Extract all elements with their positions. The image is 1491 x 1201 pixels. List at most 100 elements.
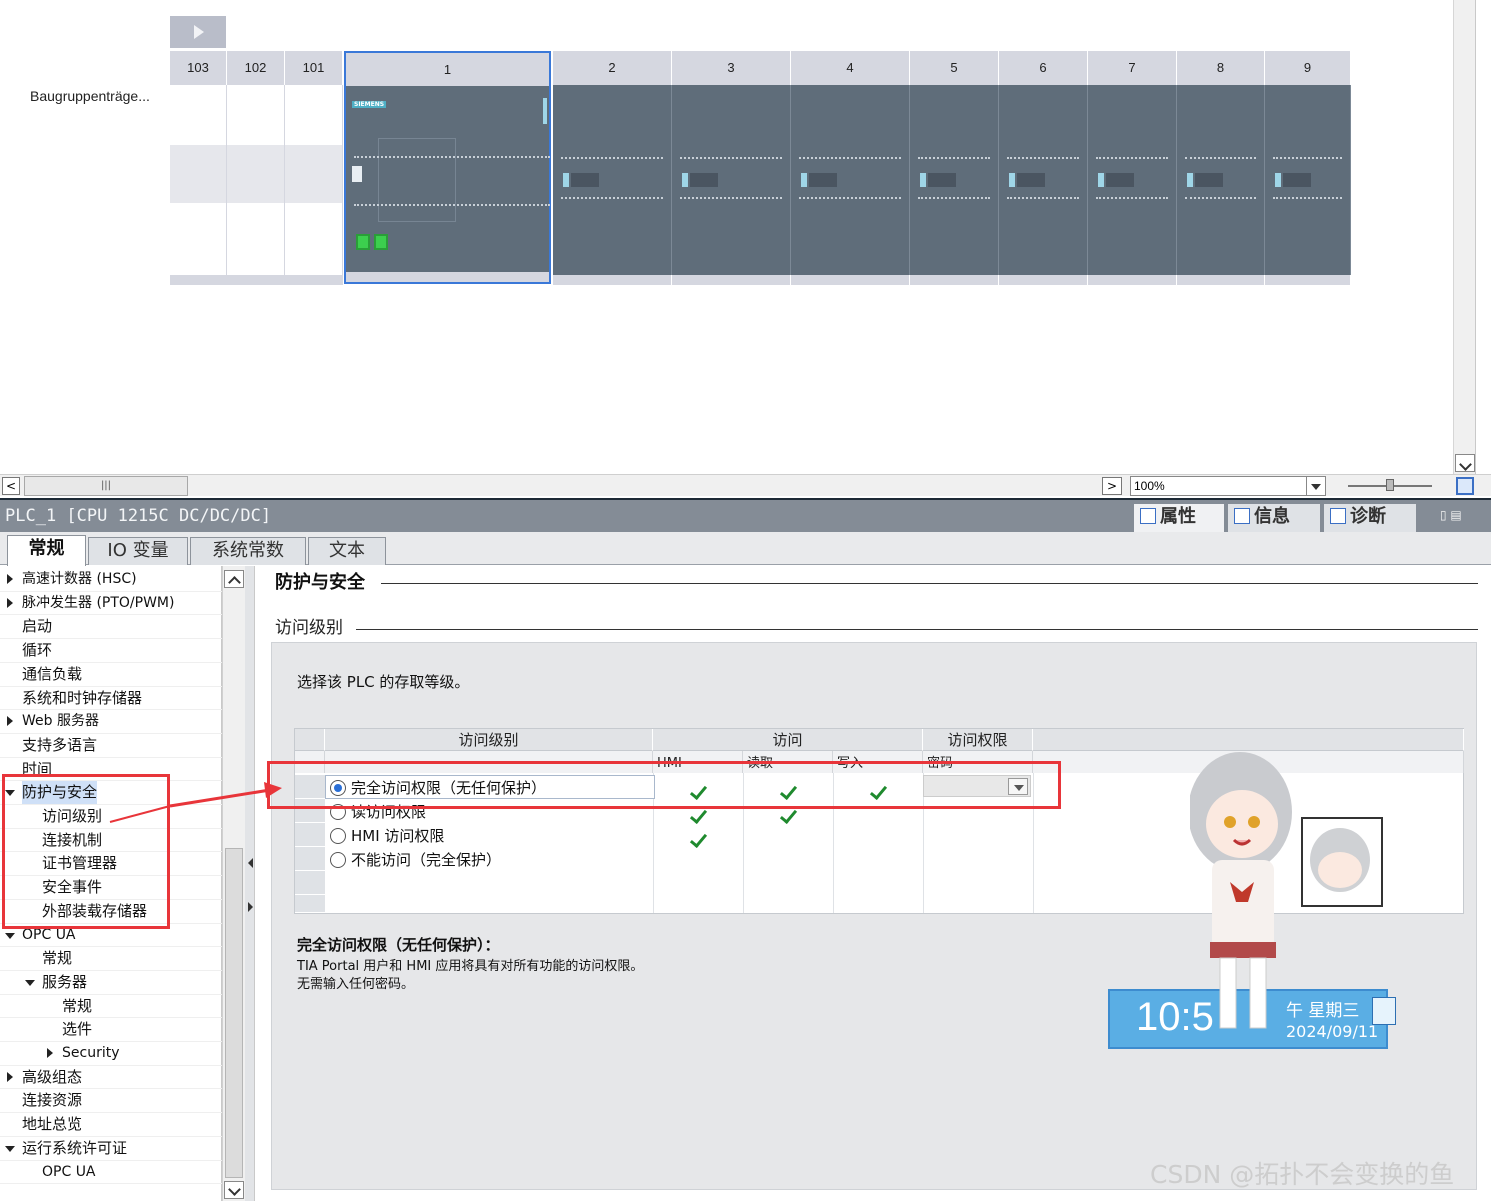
cpu-module[interactable]: 1 SIEMENS: [344, 51, 551, 284]
chevron-right-icon[interactable]: [7, 597, 13, 608]
instruction-text: 选择该 PLC 的存取等级。: [297, 673, 470, 691]
check-icon: [690, 811, 708, 821]
radio-hmi-access[interactable]: HMI 访问权限: [327, 824, 444, 848]
hscroll-thumb[interactable]: |||: [24, 476, 188, 496]
signal-module-4[interactable]: [791, 85, 910, 285]
zoom-fit-icon[interactable]: [1456, 477, 1474, 495]
nav-item-label: 系统和时钟存储器: [22, 688, 143, 707]
nav-item[interactable]: Web 服务器: [0, 710, 222, 733]
scroll-down-button[interactable]: [224, 1181, 244, 1199]
nav-item[interactable]: 运行系统许可证: [0, 1137, 222, 1160]
empty-slot-101[interactable]: [285, 85, 343, 285]
zoom-select[interactable]: 100%: [1130, 476, 1308, 496]
tab-diagnostics[interactable]: 诊断: [1324, 504, 1416, 532]
nav-item[interactable]: 常规: [0, 947, 222, 970]
signal-module-6[interactable]: [999, 85, 1088, 285]
profinet-port-2-icon: [374, 234, 388, 250]
nav-item[interactable]: 系统和时钟存储器: [0, 687, 222, 710]
nav-item[interactable]: OPC UA: [0, 1161, 222, 1184]
inspector-title: PLC_1 [CPU 1215C DC/DC/DC]: [5, 506, 272, 526]
tab-general[interactable]: 常规: [7, 535, 86, 566]
slot-header-5[interactable]: 5: [910, 51, 999, 85]
nav-scroll-thumb[interactable]: [225, 848, 243, 1178]
annotation-box-row: [267, 761, 1061, 809]
scroll-right-button[interactable]: >: [1102, 477, 1122, 495]
slot-header-2[interactable]: 2: [553, 51, 672, 85]
nav-item[interactable]: 选件: [0, 1018, 222, 1041]
nav-item-label: 高速计数器 (HSC): [22, 571, 137, 587]
signal-module-9[interactable]: [1265, 85, 1351, 285]
slot-header-7[interactable]: 7: [1088, 51, 1177, 85]
device-view-toolbar: < ||| > 100%: [0, 474, 1491, 496]
chevron-right-icon[interactable]: [47, 1048, 53, 1058]
nav-item-label: OPC UA: [42, 1163, 96, 1180]
slot-header-6[interactable]: 6: [999, 51, 1088, 85]
info-icon: [1234, 508, 1250, 524]
radio-off-icon: [330, 828, 346, 844]
slot-header-9[interactable]: 9: [1265, 51, 1351, 85]
tab-io-tags[interactable]: IO 变量: [88, 537, 188, 565]
chevron-down-icon[interactable]: [25, 979, 35, 986]
signal-module-8[interactable]: [1177, 85, 1265, 285]
nav-item[interactable]: 连接资源: [0, 1089, 222, 1112]
empty-slot-102[interactable]: [227, 85, 285, 285]
signal-module-7[interactable]: [1088, 85, 1177, 285]
tab-texts[interactable]: 文本: [308, 537, 386, 565]
nav-item[interactable]: 地址总览: [0, 1113, 222, 1136]
slot-header-8[interactable]: 8: [1177, 51, 1265, 85]
properties-icon: [1140, 508, 1156, 524]
description-line: TIA Portal 用户和 HMI 应用将具有对所有功能的访问权限。: [297, 959, 644, 974]
nav-item[interactable]: 高级组态: [0, 1066, 222, 1089]
col-access: 访问: [653, 729, 923, 751]
nav-item[interactable]: 通信负载: [0, 663, 222, 686]
device-view: Baugruppenträge... 103 102 101 1 SIEMENS…: [0, 0, 1491, 474]
chevron-down-icon[interactable]: [5, 1145, 15, 1152]
nav-item-label: 服务器: [42, 972, 88, 991]
zoom-slider[interactable]: [1348, 479, 1432, 491]
nav-item-label: 选件: [62, 1020, 93, 1039]
chevron-right-icon[interactable]: [7, 574, 13, 584]
nav-item[interactable]: 启动: [0, 615, 222, 638]
tab-info[interactable]: 信息: [1228, 504, 1320, 532]
nav-item-label: Web 服务器: [22, 713, 99, 730]
inspector-header: PLC_1 [CPU 1215C DC/DC/DC] 属性 信息 诊断 ▯ ▤: [0, 498, 1491, 532]
annotation-box-nav: [2, 774, 170, 929]
chevron-right-icon[interactable]: [7, 1071, 13, 1082]
nav-item-label: 常规: [62, 996, 93, 1015]
slot-header-4[interactable]: 4: [791, 51, 910, 85]
nav-item[interactable]: 循环: [0, 639, 222, 662]
chevron-down-icon[interactable]: [5, 932, 15, 939]
scroll-down-button[interactable]: [1455, 454, 1475, 472]
nav-item[interactable]: 高速计数器 (HSC): [0, 568, 222, 591]
rack-expand-button[interactable]: [170, 16, 226, 48]
subsection-title: 访问级别: [275, 613, 351, 638]
nav-item[interactable]: 常规: [0, 995, 222, 1018]
slot-header-101[interactable]: 101: [285, 51, 343, 85]
nav-item[interactable]: Security: [0, 1042, 222, 1065]
scroll-left-button[interactable]: <: [2, 477, 20, 495]
radio-no-access[interactable]: 不能访问（完全保护）: [327, 848, 501, 872]
device-view-vscroll[interactable]: [1453, 0, 1475, 474]
empty-slot-103[interactable]: [170, 85, 227, 285]
zoom-dropdown-icon[interactable]: [1306, 476, 1326, 496]
nav-vscroll[interactable]: [222, 566, 245, 1201]
slot-header-102[interactable]: 102: [227, 51, 285, 85]
window-layout-icons[interactable]: ▯ ▤: [1440, 508, 1484, 524]
scroll-up-button[interactable]: [224, 570, 244, 588]
panel-splitter[interactable]: [245, 566, 255, 1201]
nav-item[interactable]: 支持多语言: [0, 734, 222, 757]
slot-header-103[interactable]: 103: [170, 51, 227, 85]
nav-item[interactable]: 脉冲发生器 (PTO/PWM): [0, 592, 222, 615]
tab-system-constants[interactable]: 系统常数: [190, 537, 306, 565]
tab-properties[interactable]: 属性: [1134, 504, 1224, 532]
signal-module-3[interactable]: [672, 85, 791, 285]
check-icon: [690, 835, 708, 845]
nav-item[interactable]: 服务器: [0, 971, 222, 994]
slot-header-3[interactable]: 3: [672, 51, 791, 85]
chevron-right-icon[interactable]: [7, 716, 13, 727]
right-task-strip: [1475, 0, 1491, 474]
signal-module-5[interactable]: [910, 85, 999, 285]
signal-module-2[interactable]: [553, 85, 672, 285]
watermark-text: CSDN @拓扑不会变换的鱼: [1150, 1160, 1455, 1189]
nav-item-label: 通信负载: [22, 664, 83, 683]
